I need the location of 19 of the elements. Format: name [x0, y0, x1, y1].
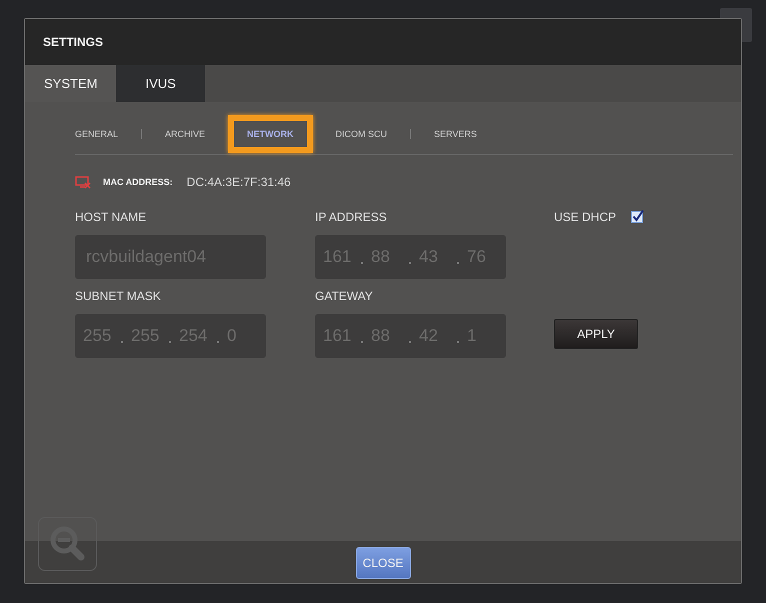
- field-label: SUBNET MASK: [75, 289, 162, 303]
- field-label: GATEWAY: [315, 289, 374, 303]
- dialog-title: SETTINGS: [43, 35, 104, 49]
- mac-address-label: MAC ADDRESS:: [103, 177, 173, 187]
- close-button[interactable]: CLOSE: [356, 547, 410, 579]
- tab[interactable]: SYSTEM: [25, 65, 116, 102]
- mac-address-value: DC:4A:3E:7F:31:46: [186, 175, 291, 189]
- sub-tab[interactable]: GENERAL: [75, 115, 142, 153]
- field-label: HOST NAME: [75, 210, 148, 224]
- sub-tab[interactable]: ARCHIVE: [142, 115, 228, 153]
- dhcp-label: USE DHCP: [554, 210, 616, 224]
- tab[interactable]: IVUS: [116, 65, 205, 102]
- sub-tab[interactable]: NETWORK: [228, 115, 313, 153]
- field-label: IP ADDRESS: [315, 210, 388, 224]
- sub-tab[interactable]: DICOM SCU: [312, 115, 410, 153]
- apply-button[interactable]: APPLY: [554, 318, 638, 348]
- sub-tab[interactable]: SERVERS: [411, 115, 500, 153]
- dhcp-checkbox[interactable]: [631, 210, 644, 223]
- monitor-error-icon: [75, 176, 91, 188]
